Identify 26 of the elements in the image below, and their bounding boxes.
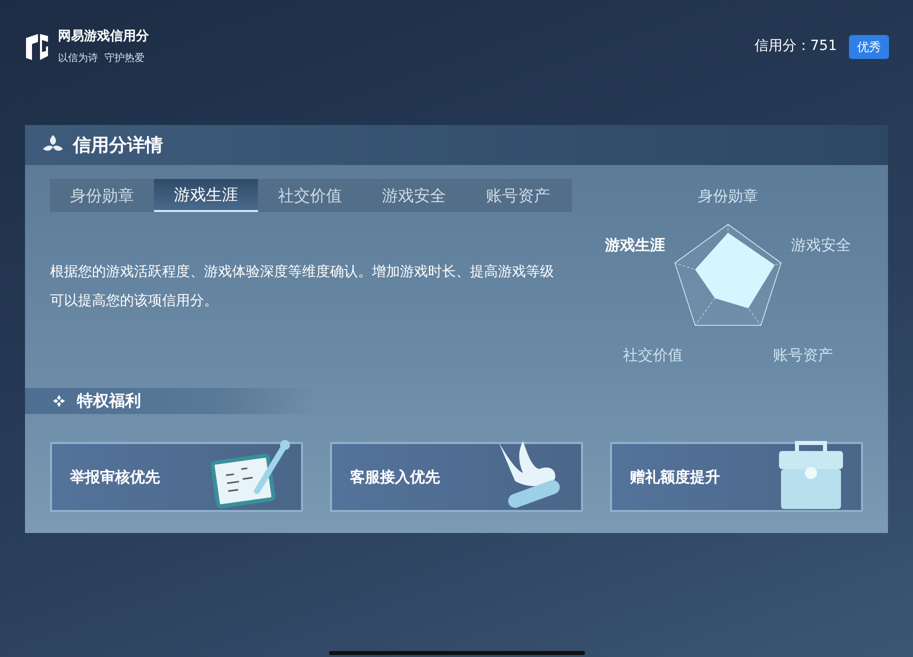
score-label: 信用分： bbox=[754, 37, 810, 56]
category-tab[interactable]: 游戏生涯 bbox=[154, 179, 258, 212]
radar-axis-label: 身份勋章 bbox=[698, 186, 758, 207]
diamond-flower-icon bbox=[53, 395, 65, 407]
category-tab[interactable]: 社交价值 bbox=[258, 179, 362, 212]
radar-axis-label: 社交价值 bbox=[623, 344, 683, 366]
perk-card[interactable]: 赠礼额度提升 bbox=[610, 442, 863, 512]
brand-slogan: 以信为诗 守护热爱 bbox=[58, 52, 146, 66]
rating-badge: 优秀 bbox=[849, 34, 889, 58]
perk-card[interactable]: 举报审核优先 bbox=[50, 442, 303, 512]
score-value: 751 bbox=[810, 37, 837, 56]
perk-label: 赠礼额度提升 bbox=[630, 466, 720, 488]
category-tab[interactable]: 账号资产 bbox=[466, 179, 570, 212]
section-title: 特权福利 bbox=[77, 390, 141, 412]
panel-title: 信用分详情 bbox=[73, 134, 163, 158]
brand-name: 网易游戏信用分 bbox=[58, 28, 149, 46]
category-tab[interactable]: 游戏安全 bbox=[362, 179, 466, 212]
radar-axis-label: 游戏安全 bbox=[791, 234, 851, 256]
category-description: 根据您的游戏活跃程度、游戏体验深度等维度确认。增加游戏时长、提高游戏等级可以提高您的该项信用分。 bbox=[50, 263, 555, 311]
brand-logo bbox=[24, 32, 50, 62]
radar-axis-label: 账号资产 bbox=[773, 344, 833, 366]
perk-label: 举报审核优先 bbox=[70, 466, 160, 488]
perk-label: 客服接入优先 bbox=[350, 466, 440, 488]
category-tab[interactable]: 身份勋章 bbox=[50, 179, 154, 212]
radar-axis-label: 游戏生涯 bbox=[605, 234, 665, 256]
perk-card[interactable]: 客服接入优先 bbox=[330, 442, 583, 512]
